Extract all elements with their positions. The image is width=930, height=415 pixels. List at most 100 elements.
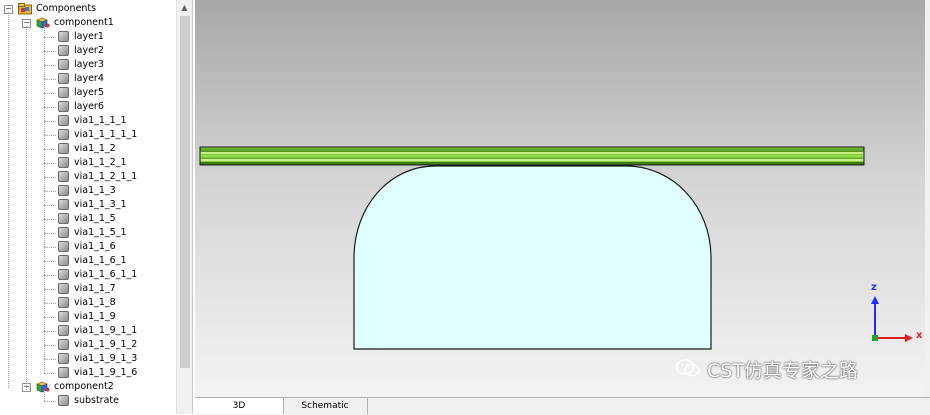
view-tabs: 3D Schematic — [195, 397, 930, 415]
component-icon — [36, 17, 50, 29]
tree-item-label: via1_1_6_1 — [74, 255, 127, 266]
tree-connector — [44, 331, 56, 332]
tree-connector — [44, 135, 56, 136]
model-drawing — [199, 146, 913, 350]
tree-node-label: component2 — [54, 381, 114, 392]
tab-schematic[interactable]: Schematic — [283, 398, 368, 414]
tree-item-label: via1_1_9_1_1 — [74, 325, 138, 336]
tree-connector — [44, 26, 45, 373]
tree-item-label: via1_1_1_1_1 — [74, 129, 138, 140]
solid-shape-icon — [58, 143, 69, 154]
watermark: CST仿真专家之路 — [675, 358, 858, 384]
tree-connector — [44, 359, 56, 360]
solid-shape-icon — [58, 157, 69, 168]
tree-connector — [44, 93, 56, 94]
tree-connector — [44, 65, 56, 66]
solid-shape-icon — [58, 255, 69, 266]
x-axis-label: x — [916, 330, 923, 341]
navigation-tree: − Components − component1 layer1 layer2 layer3… — [0, 0, 193, 414]
tab-3d[interactable]: 3D — [195, 398, 284, 414]
tree-connector — [44, 51, 56, 52]
solid-shape-icon — [58, 73, 69, 84]
solid-shape-icon — [58, 185, 69, 196]
tree-item-label: via1_1_5 — [74, 213, 116, 224]
tree-connector — [44, 205, 56, 206]
tree-connector — [44, 37, 56, 38]
3d-viewport[interactable]: z x — [195, 0, 930, 397]
tree-item-label: via1_1_2_1_1 — [74, 171, 138, 182]
tree-item-label: layer3 — [74, 59, 104, 70]
axis-triad — [871, 296, 913, 342]
tree-item-label: layer6 — [74, 101, 104, 112]
solid-shape-icon — [58, 227, 69, 238]
tree-item[interactable]: substrate — [0, 394, 176, 408]
tree-item-label: via1_1_7 — [74, 283, 116, 294]
watermark-text: CST仿真专家之路 — [707, 360, 858, 382]
solid-shape-icon — [58, 311, 69, 322]
tree-connector — [44, 373, 56, 374]
solid-shape-icon — [58, 269, 69, 280]
solid-shape-icon — [58, 199, 69, 210]
tree-connector — [44, 149, 56, 150]
tree-connector — [44, 261, 56, 262]
tree-item-label: via1_1_6 — [74, 241, 116, 252]
tree-connector — [44, 275, 56, 276]
tree-connector — [44, 191, 56, 192]
tree-item-label: via1_1_3 — [74, 185, 116, 196]
solid-shape-icon — [58, 353, 69, 364]
tree-node[interactable]: − Components — [0, 2, 176, 16]
layer-stack-board[interactable] — [199, 146, 865, 166]
tree-connector — [44, 247, 56, 248]
solid-shape-icon — [58, 297, 69, 308]
tree-scrollbar[interactable]: ▲ — [176, 0, 192, 414]
tree-connector — [44, 177, 56, 178]
solid-shape-icon — [58, 241, 69, 252]
tree-item-label: layer1 — [74, 31, 104, 42]
tree-connector — [44, 79, 56, 80]
solid-shape-icon — [58, 213, 69, 224]
tree-item-label: via1_1_1_1 — [74, 115, 127, 126]
tree-connector — [44, 121, 56, 122]
tree-item-label: via1_1_9_1_3 — [74, 353, 138, 364]
tree-connector — [44, 317, 56, 318]
tree-node-label: component1 — [54, 17, 114, 28]
solid-shape-icon — [58, 395, 69, 406]
tree-connector — [8, 12, 9, 388]
components-folder-icon — [18, 3, 32, 15]
solid-shape-icon — [58, 171, 69, 182]
tree-item-label: via1_1_2 — [74, 143, 116, 154]
solid-shape-icon — [58, 87, 69, 98]
tree-item-label: substrate — [74, 395, 119, 406]
tree-connector — [44, 163, 56, 164]
window-border — [925, 0, 930, 414]
tree-item-label: via1_1_9_1_2 — [74, 339, 138, 350]
solid-shape-icon — [58, 59, 69, 70]
tree-item-label: layer5 — [74, 87, 104, 98]
tree-connector — [44, 401, 56, 402]
solid-shape-icon — [58, 339, 69, 350]
tree-item-label: layer2 — [74, 45, 104, 56]
tree-item-label: layer4 — [74, 73, 104, 84]
component-icon — [36, 381, 50, 393]
tree-connector — [44, 345, 56, 346]
scrollbar-thumb[interactable] — [180, 16, 190, 368]
solid-shape-icon — [58, 367, 69, 378]
tree-item-label: via1_1_6_1_1 — [74, 269, 138, 280]
tree-node-label: Components — [36, 3, 97, 14]
scroll-up-arrow-icon[interactable]: ▲ — [179, 3, 190, 13]
tree-connector — [44, 390, 45, 401]
tree-connector — [26, 26, 27, 390]
tree-connector — [44, 219, 56, 220]
solid-shape-icon — [58, 325, 69, 336]
tree-item-label: via1_1_9 — [74, 311, 116, 322]
wechat-logo-icon — [675, 358, 701, 385]
tree-item-label: via1_1_5_1 — [74, 227, 127, 238]
solid-shape-icon — [58, 129, 69, 140]
tree-item-label: via1_1_3_1 — [74, 199, 127, 210]
solid-shape-icon — [58, 283, 69, 294]
tree-connector — [44, 107, 56, 108]
substrate-shape[interactable] — [353, 165, 712, 350]
tree-item-label: via1_1_8 — [74, 297, 116, 308]
tree-item-label: via1_1_9_1_6 — [74, 367, 138, 378]
solid-shape-icon — [58, 45, 69, 56]
